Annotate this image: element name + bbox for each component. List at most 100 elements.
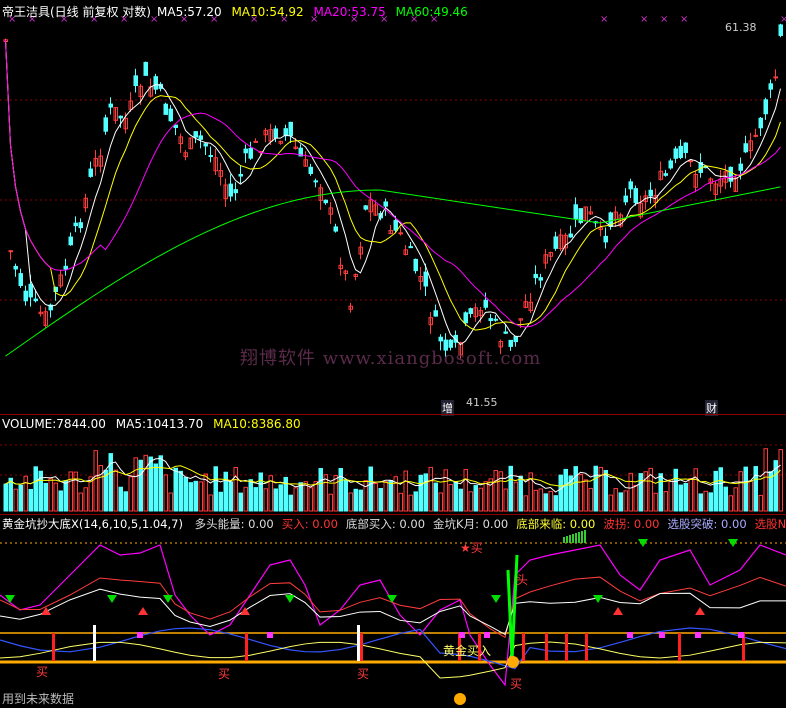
volume-bar [198, 481, 203, 512]
volume-bar [318, 468, 323, 512]
volume-bar [158, 455, 163, 512]
volume-bar [348, 492, 353, 512]
down-arrow-icon [285, 595, 295, 603]
volume-bar [718, 467, 723, 512]
volume-bar [263, 488, 268, 512]
volume-bar [63, 480, 68, 512]
candle [68, 236, 73, 246]
price-chart-panel[interactable]: × × × × × × × × × × × × × × × × × × × × 帝王洁具(日线 前复权 对数) MA5:… [0, 0, 786, 416]
footer-note: 用到未来数据 [2, 692, 75, 706]
volume-bar [563, 468, 568, 512]
circle-marker-icon [507, 656, 519, 668]
volume-bar [358, 489, 363, 512]
candle [208, 155, 213, 158]
candle [768, 83, 773, 90]
candle [143, 61, 148, 76]
vol-ma10-line [5, 465, 781, 487]
volume-bar [593, 465, 598, 512]
stock-title: 帝王洁具(日线 前复权 对数) [2, 5, 151, 19]
candle [673, 148, 678, 159]
volume-bar [703, 490, 708, 512]
candle [78, 222, 83, 229]
volume-bar [678, 484, 683, 512]
volume-bar [133, 457, 138, 512]
indicator-item: 金坑K月: 0.00 [433, 517, 509, 531]
candle [308, 166, 313, 174]
indicator-panel[interactable]: 黄金坑抄大底X(14,6,10,5,1.04,7) 多头能量: 0.00 买入: … [0, 515, 786, 708]
candle [423, 271, 428, 287]
volume-bar [613, 488, 618, 512]
volume-bar [688, 478, 693, 512]
down-arrow-icon [107, 595, 117, 603]
volume-bar [233, 466, 238, 512]
candle [408, 246, 413, 249]
volume-bar [758, 494, 763, 512]
magenta-square [659, 632, 665, 638]
volume-bar [123, 491, 128, 512]
volume-bar [218, 491, 223, 512]
indicator-chart[interactable] [0, 515, 786, 708]
volume-header: VOLUME:7844.00 MA5:10413.70 MA10:8386.80 [2, 417, 307, 431]
volume-bar [608, 494, 613, 512]
volume-bar [428, 466, 433, 512]
volume-bar [463, 469, 468, 512]
volume-bar [108, 453, 113, 512]
ma60-label: MA60: [395, 5, 434, 19]
candle [198, 135, 203, 140]
volume-bar [468, 491, 473, 512]
down-arrow-icon [491, 595, 501, 603]
candle [153, 76, 158, 90]
volume-bar [778, 449, 783, 512]
candle [773, 76, 778, 79]
candle [383, 201, 388, 207]
volume-bar [728, 495, 733, 512]
volume-bar [508, 465, 513, 512]
volume-bar [243, 486, 248, 512]
candle [88, 168, 93, 177]
indicator-item: 底部来临: 0.00 [516, 517, 596, 531]
ma20-value: 53.75 [351, 5, 386, 19]
candle [538, 277, 543, 281]
candle [168, 108, 173, 122]
x-marker: × [780, 14, 786, 25]
volume-bar [753, 466, 758, 512]
volume-bar [278, 484, 283, 512]
candle [238, 173, 243, 177]
candle [663, 173, 668, 176]
red-column [360, 633, 363, 661]
volume-bar [708, 492, 713, 512]
volume-bar [228, 481, 233, 512]
volume-bar [188, 482, 193, 512]
volume-bar [18, 484, 23, 512]
green-bar [569, 535, 571, 543]
volume-chart-panel[interactable]: VOLUME:7844.00 MA5:10413.70 MA10:8386.80 [0, 415, 786, 515]
volume-bar [618, 492, 623, 512]
candle [28, 283, 33, 298]
candle [313, 180, 318, 183]
vol-ma10-label: MA10: [213, 417, 251, 431]
candle [248, 147, 253, 159]
buy-label-4: 买 [510, 677, 523, 691]
candle [63, 265, 68, 270]
volume-bar [668, 479, 673, 512]
volume-bar [273, 488, 278, 512]
volume-bar [353, 488, 358, 512]
volume-bar [603, 470, 608, 512]
volume-bar [183, 476, 188, 512]
volume-value: 7844.00 [56, 417, 106, 431]
volume-bar [423, 473, 428, 512]
volume-bar [313, 481, 318, 512]
ma20-label: MA20: [313, 5, 352, 19]
volume-bar [553, 495, 558, 512]
top-label: 头 [516, 573, 529, 587]
volume-bar [343, 479, 348, 512]
candle [8, 250, 13, 253]
volume-bar [38, 470, 43, 512]
candle [668, 160, 673, 169]
volume-bar [578, 473, 583, 512]
ma5-label: MA5: [157, 5, 188, 19]
magenta-square [627, 632, 633, 638]
volume-bar [163, 474, 168, 512]
volume-bar [168, 492, 173, 512]
candle [363, 205, 368, 210]
